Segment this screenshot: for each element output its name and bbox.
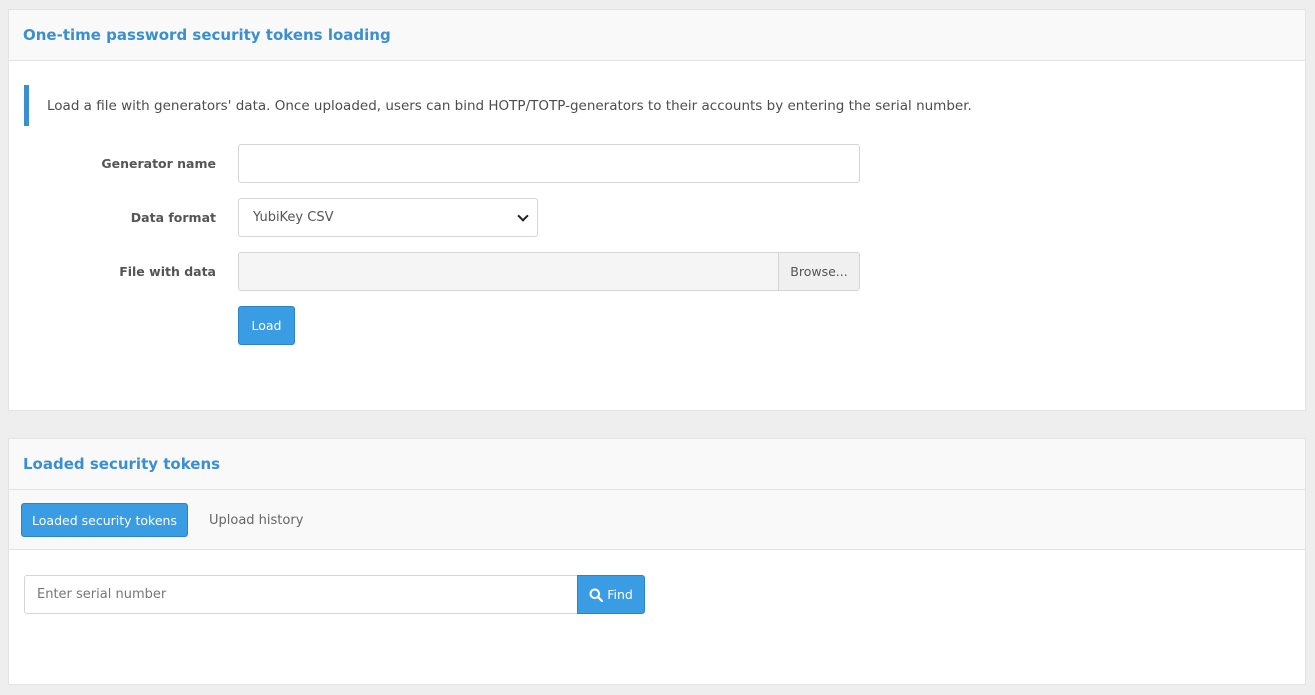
load-button[interactable]: Load [238,306,295,345]
file-input-group: Browse... [238,252,860,291]
find-button[interactable]: Find [577,575,645,614]
data-format-selected: YubiKey CSV [253,210,334,225]
generator-name-input[interactable] [238,144,860,183]
serial-search-group: Enter serial number Find [24,575,645,614]
search-icon [589,588,604,602]
find-label: Find [607,587,633,602]
browse-button[interactable]: Browse... [778,253,859,290]
file-label: File with data [119,264,216,279]
loaded-tokens-panel: Loaded security tokens Loaded security t… [8,438,1306,685]
tab-upload-history[interactable]: Upload history [209,503,303,537]
data-format-label: Data format [130,210,216,225]
otp-upload-panel: One-time password security tokens loadin… [8,9,1306,411]
tab-loaded-tokens[interactable]: Loaded security tokens [21,503,188,537]
file-row: File with data [9,252,216,291]
tab-bar: Loaded security tokens Upload history [9,490,1305,550]
chevron-down-icon [517,209,529,222]
generator-name-label: Generator name [101,156,216,171]
data-format-row: Data format [9,198,216,237]
panel-heading: One-time password security tokens loadin… [9,10,1305,61]
serial-number-input[interactable]: Enter serial number [24,575,577,614]
panel-heading: Loaded security tokens [9,439,1305,490]
info-callout: Load a file with generators' data. Once … [24,85,972,126]
generator-name-row: Generator name [9,144,216,183]
panel-title: One-time password security tokens loadin… [23,26,391,44]
data-format-select[interactable]: YubiKey CSV [238,198,538,237]
panel-title: Loaded security tokens [23,455,221,473]
file-path-field[interactable] [239,253,778,290]
